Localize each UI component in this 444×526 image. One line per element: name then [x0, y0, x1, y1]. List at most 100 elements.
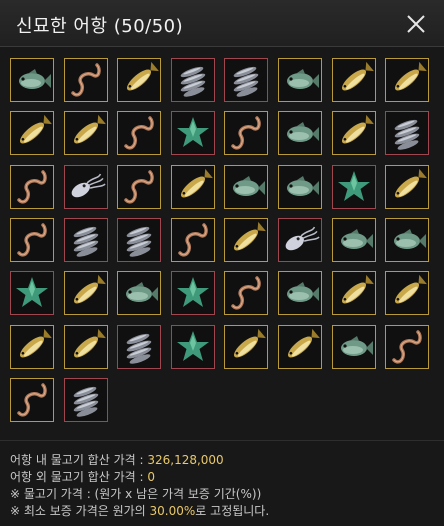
- green-fish-icon: [341, 229, 373, 249]
- fish-slot-yellow-fish[interactable]: [224, 325, 268, 369]
- price-formula-note: ※ 물고기 가격 : (원가 x 남은 가격 보증 기간(%)): [10, 487, 262, 501]
- fish-slot-green-fish[interactable]: [332, 325, 376, 369]
- yellow-fish-icon: [73, 274, 106, 304]
- green-fish-icon: [287, 282, 319, 302]
- fish-slot-yellow-fish[interactable]: [332, 271, 376, 315]
- fish-slot-green-fish[interactable]: [278, 271, 322, 315]
- fish-slot-yellow-fish[interactable]: [10, 325, 54, 369]
- yellow-fish-icon: [126, 61, 159, 91]
- min-price-note: ※ 최소 보증 가격은 원가의 30.00%로 고정됩니다.: [10, 503, 438, 520]
- title-bar: 신묘한 어항 (50/50): [0, 0, 444, 47]
- green-fish-icon: [126, 282, 158, 302]
- fish-slot-worm[interactable]: [224, 271, 268, 315]
- fish-slot-green-fish[interactable]: [224, 165, 268, 209]
- yellow-fish-icon: [19, 328, 52, 358]
- fish-slot-yellow-fish[interactable]: [385, 58, 429, 102]
- min-price-suffix: 로 고정됩니다.: [195, 504, 270, 518]
- worm-icon: [178, 223, 208, 257]
- fish-slot-yellow-fish[interactable]: [332, 58, 376, 102]
- fish-slot-starfish[interactable]: [171, 271, 215, 315]
- starfish-icon: [177, 117, 209, 147]
- min-price-prefix: ※ 최소 보증 가격은 원가의: [10, 504, 150, 518]
- fish-slot-worm[interactable]: [64, 58, 108, 102]
- fish-slot-worm[interactable]: [117, 111, 161, 155]
- worm-icon: [71, 63, 101, 97]
- green-fish-icon: [341, 336, 373, 356]
- fish-slot-green-fish[interactable]: [278, 111, 322, 155]
- fish-slot-sardines[interactable]: [117, 325, 161, 369]
- worm-icon: [124, 116, 154, 150]
- sardines-icon: [180, 66, 206, 97]
- worm-icon: [231, 116, 261, 150]
- fish-slot-worm[interactable]: [10, 378, 54, 422]
- fish-slot-starfish[interactable]: [10, 271, 54, 315]
- fish-slot-squid[interactable]: [64, 165, 108, 209]
- fish-slot-yellow-fish[interactable]: [385, 271, 429, 315]
- starfish-icon: [177, 331, 209, 361]
- inside-total-row: 어항 내 물고기 합산 가격 : 326,128,000: [10, 452, 438, 469]
- fish-slot-yellow-fish[interactable]: [117, 58, 161, 102]
- fish-slot-sardines[interactable]: [117, 218, 161, 262]
- yellow-fish-icon: [394, 274, 427, 304]
- outside-total-value: 0: [147, 470, 155, 484]
- starfish-icon: [338, 171, 370, 201]
- outside-total-row: 어항 외 물고기 합산 가격 : 0: [10, 469, 438, 486]
- fish-slot-green-fish[interactable]: [278, 58, 322, 102]
- yellow-fish-icon: [341, 61, 374, 91]
- fish-slot-worm[interactable]: [385, 325, 429, 369]
- fish-slot-worm[interactable]: [10, 218, 54, 262]
- sardines-icon: [394, 119, 420, 150]
- fish-slot-yellow-fish[interactable]: [10, 111, 54, 155]
- green-fish-icon: [287, 122, 319, 142]
- fish-slot-yellow-fish[interactable]: [385, 165, 429, 209]
- squid-icon: [71, 173, 106, 198]
- fish-slot-sardines[interactable]: [224, 58, 268, 102]
- worm-icon: [17, 170, 47, 204]
- yellow-fish-icon: [341, 114, 374, 144]
- green-fish-icon: [233, 176, 265, 196]
- fish-slot-sardines[interactable]: [171, 58, 215, 102]
- fish-slot-grid: [10, 58, 434, 432]
- fish-slot-sardines[interactable]: [385, 111, 429, 155]
- yellow-fish-icon: [180, 168, 213, 198]
- fish-slot-squid[interactable]: [278, 218, 322, 262]
- green-fish-icon: [19, 69, 51, 89]
- yellow-fish-icon: [394, 61, 427, 91]
- fish-slot-worm[interactable]: [10, 165, 54, 209]
- fish-slot-yellow-fish[interactable]: [224, 218, 268, 262]
- worm-icon: [17, 383, 47, 417]
- fish-slot-yellow-fish[interactable]: [64, 325, 108, 369]
- window-title: 신묘한 어항 (50/50): [16, 16, 184, 37]
- fish-slot-sardines[interactable]: [64, 378, 108, 422]
- fish-slot-yellow-fish[interactable]: [64, 271, 108, 315]
- fish-slot-starfish[interactable]: [171, 325, 215, 369]
- min-price-percent: 30.00%: [149, 504, 196, 518]
- fish-slot-yellow-fish[interactable]: [278, 325, 322, 369]
- yellow-fish-icon: [287, 328, 320, 358]
- close-button[interactable]: [404, 12, 428, 36]
- green-fish-icon: [394, 229, 426, 249]
- inside-total-label: 어항 내 물고기 합산 가격 :: [10, 453, 148, 467]
- fish-slot-yellow-fish[interactable]: [332, 111, 376, 155]
- fish-slot-green-fish[interactable]: [10, 58, 54, 102]
- fish-slot-worm[interactable]: [117, 165, 161, 209]
- starfish-icon: [177, 277, 209, 307]
- green-fish-icon: [287, 69, 319, 89]
- aquarium-window: 신묘한 어항 (50/50) 어항 내 물고기 합산 가격 : 326,128,…: [0, 0, 444, 526]
- sardines-icon: [126, 333, 152, 364]
- fish-slot-green-fish[interactable]: [385, 218, 429, 262]
- yellow-fish-icon: [394, 168, 427, 198]
- fish-slot-green-fish[interactable]: [332, 218, 376, 262]
- worm-icon: [231, 276, 261, 310]
- fish-slot-yellow-fish[interactable]: [171, 165, 215, 209]
- fish-slot-starfish[interactable]: [171, 111, 215, 155]
- fish-slot-worm[interactable]: [171, 218, 215, 262]
- fish-slot-worm[interactable]: [224, 111, 268, 155]
- green-fish-icon: [287, 176, 319, 196]
- fish-slot-sardines[interactable]: [64, 218, 108, 262]
- fish-slot-green-fish[interactable]: [278, 165, 322, 209]
- fish-slot-green-fish[interactable]: [117, 271, 161, 315]
- fish-slot-yellow-fish[interactable]: [64, 111, 108, 155]
- fish-slot-starfish[interactable]: [332, 165, 376, 209]
- yellow-fish-icon: [341, 274, 374, 304]
